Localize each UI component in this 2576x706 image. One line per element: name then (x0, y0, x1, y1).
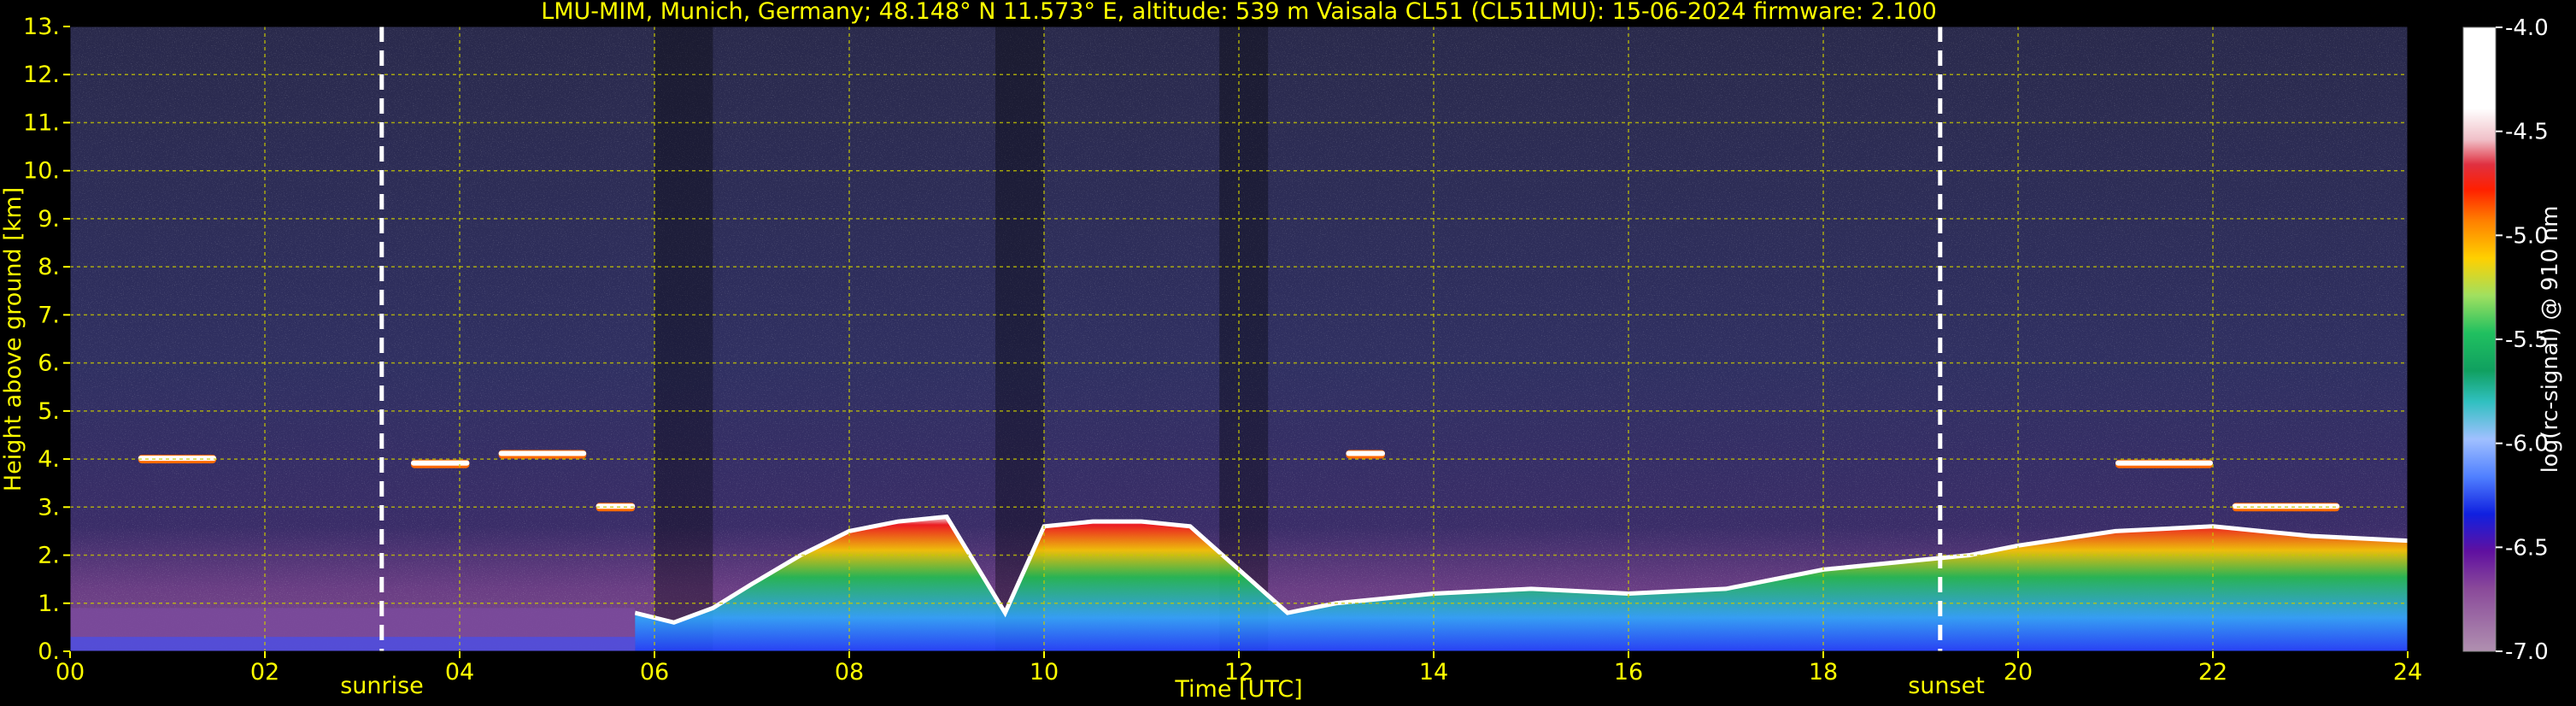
y-tick-label: 7. (38, 302, 60, 328)
x-tick-label: 14 (1419, 659, 1448, 685)
cloud-layer-core (2232, 503, 2340, 509)
cloud-layer-core (138, 456, 216, 462)
y-tick-label: 9. (38, 206, 60, 232)
y-tick-label: 10. (23, 158, 60, 185)
sunrise-label: sunrise (340, 673, 424, 699)
colorbar: -4.0-4.5-5.0-5.5-6.0-6.5-7.0 log(rc-sign… (2462, 15, 2563, 665)
colorbar-tick-label: -7.0 (2505, 639, 2549, 665)
plot-area (70, 26, 2408, 651)
ceilometer-chart: 0.1.2.3.4.5.6.7.8.9.10.11.12.13. 00 02 04 0… (0, 0, 2563, 703)
x-tick-label: 18 (1809, 659, 1838, 685)
x-tick-label: 16 (1614, 659, 1643, 685)
cloud-layer-core (411, 460, 470, 466)
colorbar-tick-label: -4.5 (2505, 120, 2549, 145)
x-tick-label: 20 (2004, 659, 2033, 685)
y-tick-label: 13. (23, 14, 60, 40)
y-axis: 0.1.2.3.4.5.6.7.8.9.10.11.12.13. (23, 14, 70, 665)
y-tick-label: 6. (38, 350, 60, 377)
x-tick-label: 06 (640, 659, 669, 685)
y-tick-label: 4. (38, 446, 60, 473)
cloud-layer-core (498, 450, 587, 456)
colorbar-tick-label: -6.5 (2505, 535, 2549, 561)
surface-layer-core (70, 637, 636, 651)
y-tick-label: 3. (38, 494, 60, 521)
x-tick-label: 22 (2198, 659, 2227, 685)
y-tick-label: 8. (38, 254, 60, 280)
x-tick-label: 00 (56, 659, 85, 685)
y-tick-label: 12. (23, 62, 60, 88)
x-tick-label: 10 (1030, 659, 1059, 685)
sunset-label: sunset (1908, 673, 1985, 699)
cloud-layer-core (2115, 460, 2213, 466)
cloud-layer-core (1346, 450, 1385, 456)
x-tick-label: 24 (2393, 659, 2422, 685)
cloud-layer-core (596, 503, 636, 509)
colorbar-label: log(rc-signal) @ 910 nm (2538, 206, 2563, 474)
y-tick-label: 2. (38, 543, 60, 569)
x-axis-label: Time [UTC] (1174, 676, 1302, 703)
x-tick-label: 04 (445, 659, 474, 685)
y-tick-label: 11. (23, 109, 60, 136)
y-tick-label: 1. (38, 591, 60, 617)
colorbar-tick-label: -4.0 (2505, 15, 2549, 41)
x-tick-label: 02 (250, 659, 279, 685)
y-axis-label: Height above ground [km] (0, 187, 26, 491)
signal-dropout (654, 26, 713, 651)
y-tick-label: 5. (38, 398, 60, 425)
chart-title: LMU-MIM, Munich, Germany; 48.148° N 11.5… (541, 0, 1937, 25)
x-tick-label: 08 (835, 659, 864, 685)
